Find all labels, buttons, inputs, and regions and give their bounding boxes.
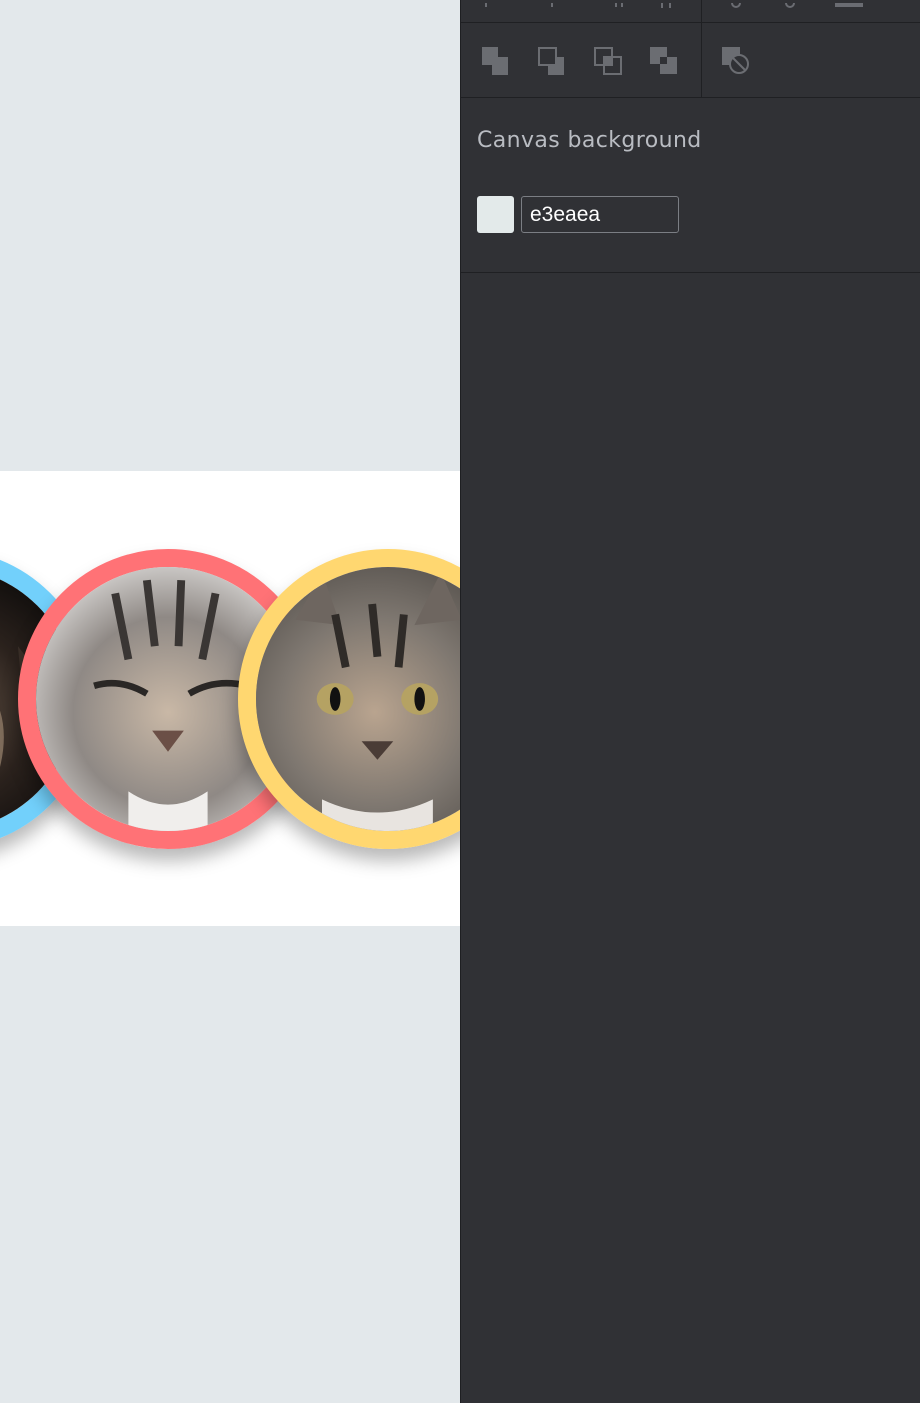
alignment-toolbar bbox=[461, 0, 920, 23]
flip-vertical-icon[interactable] bbox=[781, 0, 799, 8]
align-center-icon[interactable] bbox=[543, 0, 561, 8]
inspector-panel: Canvas background bbox=[460, 0, 920, 1403]
color-swatch[interactable] bbox=[477, 196, 514, 233]
subtract-icon[interactable] bbox=[536, 45, 568, 77]
intersect-icon[interactable] bbox=[592, 45, 624, 77]
hex-color-input[interactable] bbox=[521, 196, 679, 233]
difference-icon[interactable] bbox=[648, 45, 680, 77]
cat-photo-tabby-open-eyes bbox=[256, 567, 460, 831]
align-left-icon[interactable] bbox=[483, 0, 501, 8]
design-app: Canvas background bbox=[0, 0, 920, 1403]
mask-icon[interactable] bbox=[833, 0, 865, 8]
union-icon[interactable] bbox=[480, 45, 512, 77]
toolbar-divider bbox=[701, 0, 702, 22]
flatten-icon[interactable] bbox=[720, 45, 752, 77]
section-title: Canvas background bbox=[477, 128, 702, 153]
distribute-icon[interactable] bbox=[657, 0, 675, 8]
canvas-area[interactable] bbox=[0, 0, 460, 1403]
artboard[interactable] bbox=[0, 471, 460, 926]
boolean-toolbar bbox=[461, 23, 920, 98]
align-right-icon[interactable] bbox=[611, 0, 629, 8]
canvas-background-section: Canvas background bbox=[461, 98, 920, 273]
flip-horizontal-icon[interactable] bbox=[727, 0, 745, 8]
toolbar-divider bbox=[701, 23, 702, 97]
